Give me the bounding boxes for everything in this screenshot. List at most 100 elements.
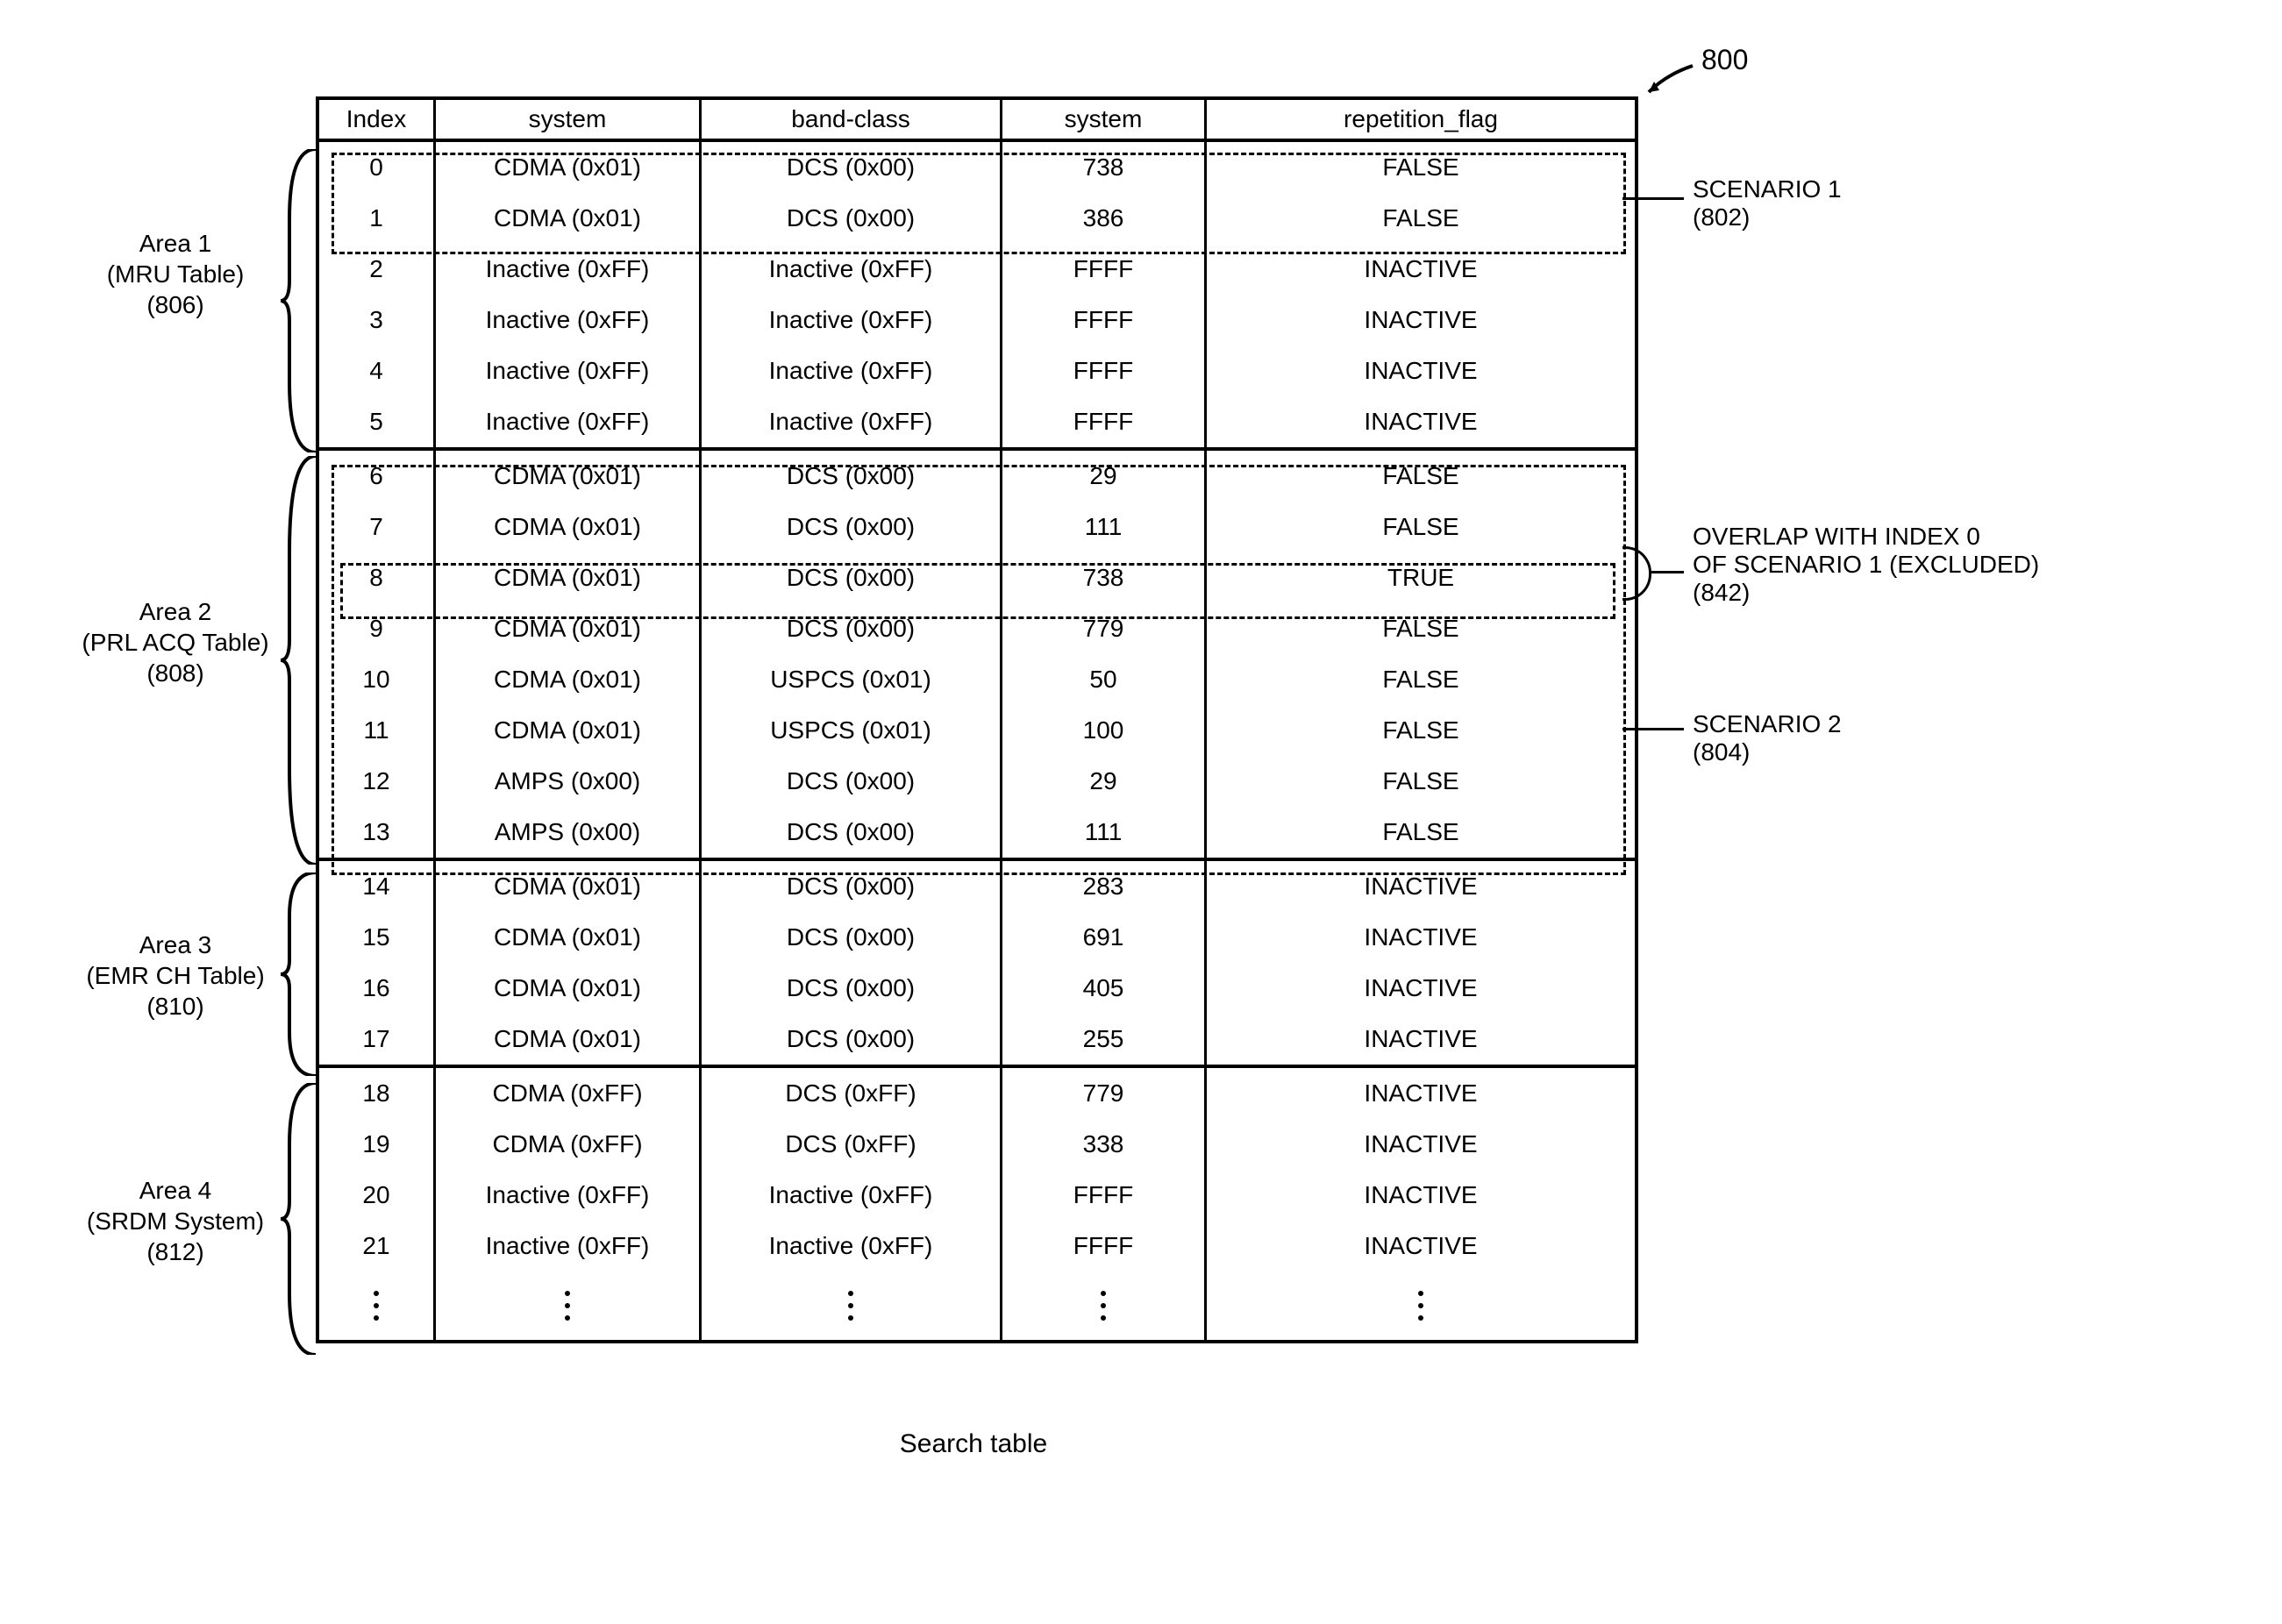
scenario2-title: SCENARIO 2 [1693,710,1842,737]
brace-icon [281,873,316,1076]
cell: CDMA (0x01) [436,705,702,756]
cell: 3 [319,295,436,345]
cell: 738 [1002,142,1207,193]
overlap-callout: OVERLAP WITH INDEX 0 OF SCENARIO 1 (EXCL… [1693,523,2039,607]
figure-page: 800 Index system band-class system repet… [35,35,2245,1587]
cell: CDMA (0x01) [436,654,702,705]
table-row: 21Inactive (0xFF)Inactive (0xFF)FFFFINAC… [319,1221,1635,1271]
cell: 338 [1002,1119,1207,1170]
table-row: 4Inactive (0xFF)Inactive (0xFF)FFFFINACT… [319,345,1635,396]
vdots-icon [1207,1271,1635,1340]
cell: CDMA (0x01) [436,142,702,193]
cell: CDMA (0xFF) [436,1068,702,1119]
cell: 255 [1002,1014,1207,1065]
table-row: 2Inactive (0xFF)Inactive (0xFF)FFFFINACT… [319,244,1635,295]
area-1-label: Area 1 (MRU Table) (806) [35,228,316,320]
hdr-index: Index [319,100,436,139]
cell: INACTIVE [1207,963,1635,1014]
cell: Inactive (0xFF) [436,1221,702,1271]
cell: 386 [1002,193,1207,244]
cell: FFFF [1002,244,1207,295]
cell: DCS (0x00) [702,603,1002,654]
cell: DCS (0x00) [702,861,1002,912]
cell: FALSE [1207,193,1635,244]
cell: FFFF [1002,1170,1207,1221]
cell: 1 [319,193,436,244]
scenario1-callout: SCENARIO 1 (802) [1693,175,1842,231]
table-row: 5Inactive (0xFF)Inactive (0xFF)FFFFINACT… [319,396,1635,447]
cell: DCS (0x00) [702,451,1002,502]
ellipsis-row [319,1271,1635,1340]
area-4-sub: (SRDM System) [87,1207,264,1235]
cell: DCS (0x00) [702,502,1002,552]
scenario1-code: (802) [1693,203,1750,231]
cell: INACTIVE [1207,1068,1635,1119]
connector [1649,571,1684,573]
cell: FFFF [1002,345,1207,396]
cell: CDMA (0xFF) [436,1119,702,1170]
table-row: 9CDMA (0x01)DCS (0x00)779FALSE [319,603,1635,654]
cell: 779 [1002,603,1207,654]
cell: 0 [319,142,436,193]
cell: USPCS (0x01) [702,705,1002,756]
cell: 6 [319,451,436,502]
area-2-label: Area 2 (PRL ACQ Table) (808) [35,596,316,688]
cell: INACTIVE [1207,396,1635,447]
cell: 691 [1002,912,1207,963]
cell: 779 [1002,1068,1207,1119]
connector [1622,728,1684,730]
table-row: 3Inactive (0xFF)Inactive (0xFF)FFFFINACT… [319,295,1635,345]
area-1-code: (806) [146,291,203,318]
cell: INACTIVE [1207,295,1635,345]
figure-number: 800 [1701,44,1748,76]
cell: Inactive (0xFF) [436,244,702,295]
table-row: 8CDMA (0x01)DCS (0x00)738TRUE [319,552,1635,603]
table-row: 10CDMA (0x01)USPCS (0x01)50FALSE [319,654,1635,705]
overlap-l2: OF SCENARIO 1 (EXCLUDED) [1693,551,2039,578]
cell: 111 [1002,502,1207,552]
cell: AMPS (0x00) [436,807,702,858]
overlap-code: (842) [1693,579,1750,606]
cell: DCS (0x00) [702,963,1002,1014]
cell: FALSE [1207,807,1635,858]
table-row: 19CDMA (0xFF)DCS (0xFF)338INACTIVE [319,1119,1635,1170]
cell: CDMA (0x01) [436,963,702,1014]
cell: INACTIVE [1207,1014,1635,1065]
cell: 283 [1002,861,1207,912]
cell: 13 [319,807,436,858]
table-row: 18CDMA (0xFF)DCS (0xFF)779INACTIVE [319,1065,1635,1119]
table-row: 15CDMA (0x01)DCS (0x00)691INACTIVE [319,912,1635,963]
cell: 50 [1002,654,1207,705]
cell: Inactive (0xFF) [436,295,702,345]
overlap-l1: OVERLAP WITH INDEX 0 [1693,523,1980,550]
connector-hook [1622,546,1651,601]
cell: FALSE [1207,142,1635,193]
area-2-sub: (PRL ACQ Table) [82,629,268,656]
search-table: Index system band-class system repetitio… [316,96,1638,1343]
cell: FALSE [1207,502,1635,552]
cell: 5 [319,396,436,447]
cell: FALSE [1207,654,1635,705]
table-body: 0CDMA (0x01)DCS (0x00)738FALSE1CDMA (0x0… [319,142,1635,1340]
cell: DCS (0x00) [702,1014,1002,1065]
cell: 20 [319,1170,436,1221]
cell: 29 [1002,756,1207,807]
cell: Inactive (0xFF) [702,396,1002,447]
vdots-icon [702,1271,1002,1340]
cell: CDMA (0x01) [436,1014,702,1065]
cell: INACTIVE [1207,1119,1635,1170]
cell: Inactive (0xFF) [436,1170,702,1221]
hdr-system: system [436,100,702,139]
table-header: Index system band-class system repetitio… [319,100,1635,142]
cell: Inactive (0xFF) [436,345,702,396]
area-3-name: Area 3 [139,931,212,958]
cell: INACTIVE [1207,1170,1635,1221]
cell: DCS (0xFF) [702,1119,1002,1170]
cell: FFFF [1002,295,1207,345]
cell: FFFF [1002,396,1207,447]
cell: INACTIVE [1207,1221,1635,1271]
connector [1622,197,1684,200]
area-3-code: (810) [146,993,203,1020]
hdr-system-value: system [1002,100,1207,139]
figure-arrow-icon [1640,61,1701,96]
